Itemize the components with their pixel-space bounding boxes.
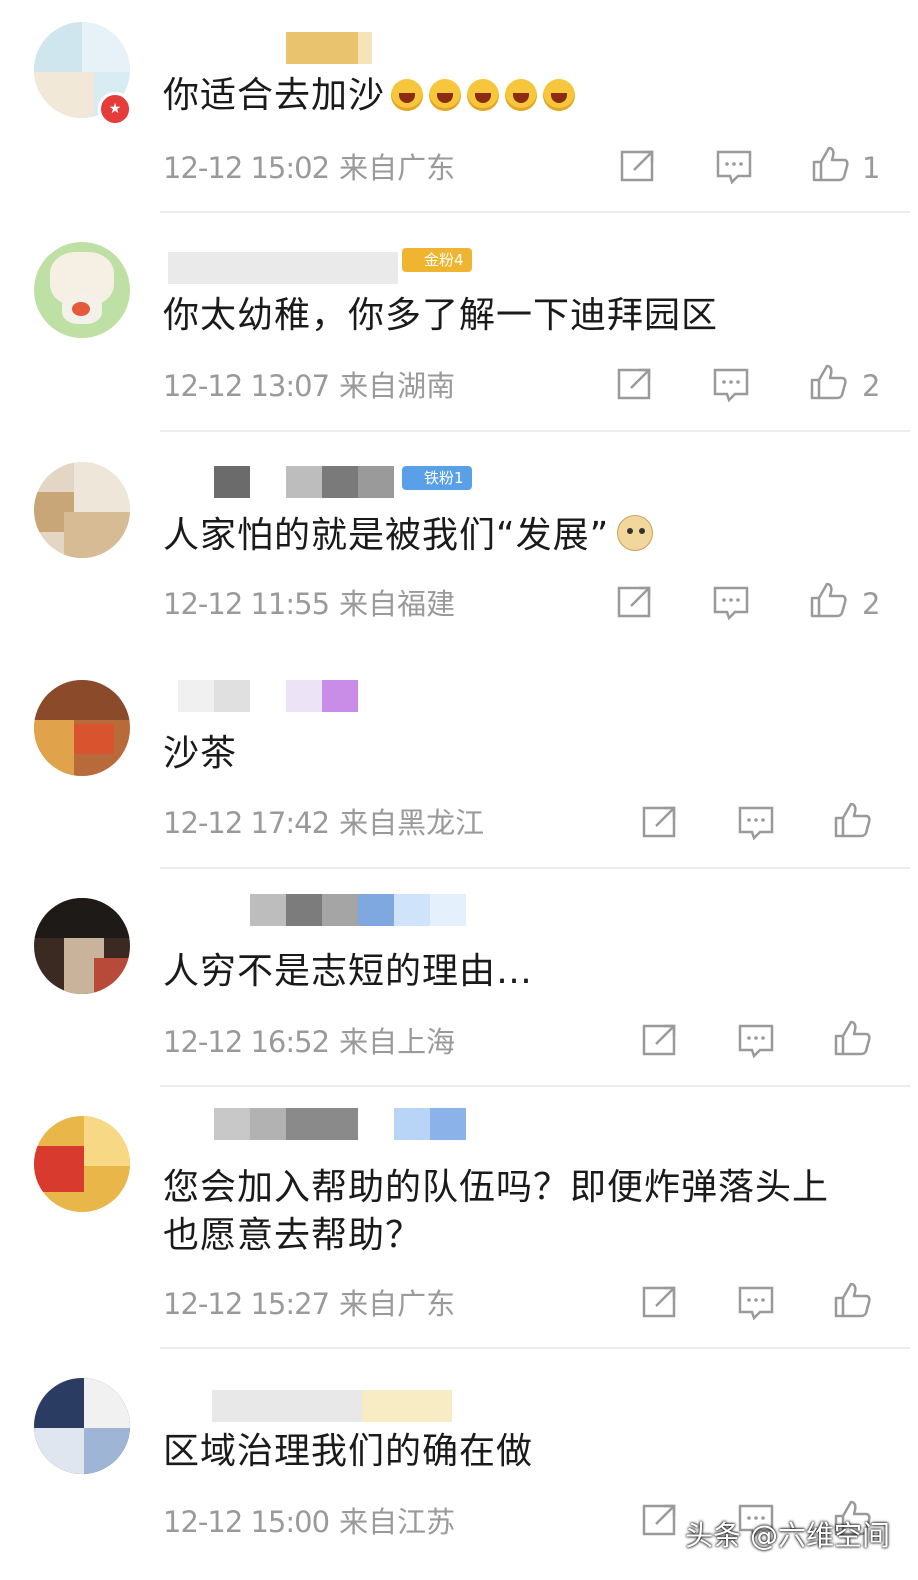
share-icon[interactable] xyxy=(640,1020,680,1060)
comment-text: 沙茶 xyxy=(163,733,238,774)
username-blurred[interactable] xyxy=(178,680,358,712)
fan-level-badge: 铁粉1 xyxy=(402,466,472,490)
verified-badge-icon: ★ xyxy=(98,92,132,126)
comment-text: 人穷不是志短的理由… xyxy=(163,951,534,992)
username-blurred[interactable] xyxy=(214,1108,466,1140)
comment-text: 你太幼稚，你多了解一下迪拜园区 xyxy=(163,295,719,336)
share-icon[interactable] xyxy=(640,802,680,842)
like-count: 2 xyxy=(862,369,881,403)
comment-meta: 12-12 17:42 来自黑龙江 xyxy=(163,805,484,841)
divider xyxy=(160,211,910,213)
location: 来自福建 xyxy=(339,587,456,621)
comment-meta: 12-12 15:00 来自江苏 xyxy=(163,1504,455,1540)
comment-text: 您会加入帮助的队伍吗？即便炸弹落头上也愿意去帮助？ xyxy=(163,1167,830,1256)
thumbs-up-icon[interactable] xyxy=(832,1280,872,1320)
timestamp: 12-12 17:42 xyxy=(163,806,330,840)
laughing-emoji-icon xyxy=(467,79,500,111)
avatar[interactable] xyxy=(34,462,130,558)
username-blurred[interactable] xyxy=(286,32,372,64)
reply-icon[interactable] xyxy=(711,582,751,622)
timestamp: 12-12 11:55 xyxy=(163,587,330,621)
username-blurred[interactable] xyxy=(214,466,394,498)
thumbs-up-icon[interactable] xyxy=(808,362,848,402)
share-icon[interactable] xyxy=(640,1282,680,1322)
comment-text: 人家怕的就是被我们“发展” xyxy=(163,512,858,560)
location: 来自黑龙江 xyxy=(339,806,485,840)
laughing-emoji-icon xyxy=(391,79,424,111)
avatar[interactable] xyxy=(34,898,130,994)
reply-icon[interactable] xyxy=(714,146,754,186)
timestamp: 12-12 15:00 xyxy=(163,1505,330,1539)
avatar[interactable] xyxy=(34,242,130,338)
username-blurred[interactable] xyxy=(168,252,398,284)
laughing-emoji-icon xyxy=(429,79,462,111)
avatar[interactable] xyxy=(34,1116,130,1212)
share-icon[interactable] xyxy=(640,1500,680,1540)
comment-meta: 12-12 16:52 来自上海 xyxy=(163,1024,455,1060)
share-icon[interactable] xyxy=(618,146,658,186)
divider xyxy=(160,867,910,869)
location: 来自湖南 xyxy=(339,369,456,403)
watermark: 头条 @六维空间 xyxy=(685,1519,890,1552)
thumbs-up-icon[interactable] xyxy=(808,580,848,620)
reply-icon[interactable] xyxy=(736,802,776,842)
fan-level-badge: 金粉4 xyxy=(402,248,472,272)
comment-meta: 12-12 11:55 来自福建 xyxy=(163,586,455,622)
username-blurred[interactable] xyxy=(212,1390,452,1422)
location: 来自广东 xyxy=(339,1287,456,1321)
location: 来自上海 xyxy=(339,1025,456,1059)
comment-text: 你适合去加沙 xyxy=(163,72,858,120)
reply-icon[interactable] xyxy=(711,364,751,404)
username-blurred[interactable] xyxy=(250,894,466,926)
share-icon[interactable] xyxy=(615,582,655,622)
comment-text: 区域治理我们的确在做 xyxy=(163,1431,534,1472)
like-count: 1 xyxy=(862,151,881,185)
divider xyxy=(160,1347,910,1349)
reply-icon[interactable] xyxy=(736,1282,776,1322)
thumbs-up-icon[interactable] xyxy=(832,1018,872,1058)
avatar[interactable] xyxy=(34,680,130,776)
timestamp: 12-12 15:27 xyxy=(163,1287,330,1321)
thumbs-up-icon[interactable] xyxy=(832,800,872,840)
divider xyxy=(160,430,910,432)
laughing-emoji-icon xyxy=(543,79,576,111)
timestamp: 12-12 16:52 xyxy=(163,1025,330,1059)
thumbs-up-icon[interactable] xyxy=(810,144,850,184)
comment-meta: 12-12 15:02 来自广东 xyxy=(163,150,455,186)
comment-meta: 12-12 15:27 来自广东 xyxy=(163,1286,455,1322)
timestamp: 12-12 15:02 xyxy=(163,151,330,185)
location: 来自广东 xyxy=(339,151,456,185)
laughing-emoji-icon xyxy=(505,79,538,111)
share-icon[interactable] xyxy=(615,364,655,404)
timestamp: 12-12 13:07 xyxy=(163,369,330,403)
comment-meta: 12-12 13:07 来自湖南 xyxy=(163,368,455,404)
location: 来自江苏 xyxy=(339,1505,456,1539)
divider xyxy=(160,1085,910,1087)
like-count: 2 xyxy=(862,587,881,621)
avatar[interactable] xyxy=(34,1378,130,1474)
doge-emoji-icon xyxy=(617,515,654,551)
reply-icon[interactable] xyxy=(736,1020,776,1060)
